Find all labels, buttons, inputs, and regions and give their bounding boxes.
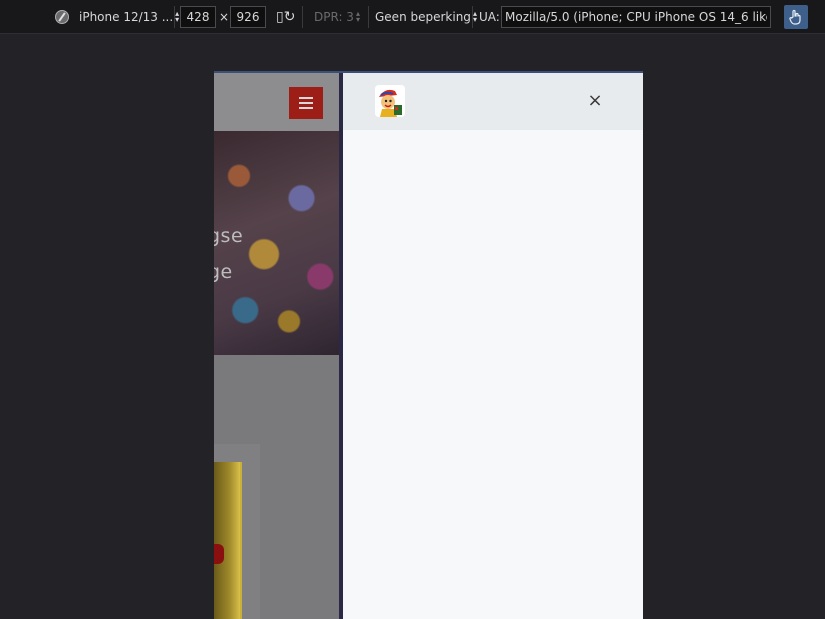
divider xyxy=(174,6,175,28)
device-name: iPhone 12/13 ... xyxy=(79,10,174,24)
device-selector[interactable]: iPhone 12/13 ... ▴ ▾ xyxy=(55,0,179,34)
offcanvas-menu: × xyxy=(343,73,643,619)
device-viewport: gse ge × xyxy=(214,71,643,619)
rotate-viewport-icon[interactable]: ▯↻ xyxy=(276,9,295,25)
dropdown-arrows-icon: ▴ ▾ xyxy=(355,9,360,24)
ua-label: UA: xyxy=(479,10,500,24)
touch-simulation-button[interactable] xyxy=(784,5,808,29)
site-logo[interactable] xyxy=(375,85,405,117)
poster-image xyxy=(214,462,242,619)
clown-logo-icon xyxy=(375,85,405,117)
hero-text-line-1: gse xyxy=(214,225,244,247)
menu-button[interactable] xyxy=(289,87,323,119)
poster-detail xyxy=(214,544,224,564)
divider xyxy=(472,6,473,28)
dropdown-arrows-icon: ▴ ▾ xyxy=(175,9,180,24)
hero-text-line-2: ge xyxy=(214,261,233,283)
dimension-separator: × xyxy=(219,10,230,24)
device-icon xyxy=(55,10,69,24)
network-throttle-selector[interactable]: Geen beperking ▴ ▾ xyxy=(375,0,477,34)
touch-icon xyxy=(789,9,801,25)
close-icon[interactable]: × xyxy=(587,90,603,112)
hero-image: gse ge xyxy=(214,131,339,355)
dpr-selector[interactable]: DPR: 3 ▴ ▾ xyxy=(314,0,360,34)
user-agent-input[interactable] xyxy=(501,6,771,28)
hamburger-line xyxy=(299,107,313,109)
offcanvas-header: × xyxy=(343,73,643,130)
site-header xyxy=(214,73,339,131)
divider xyxy=(368,6,369,28)
responsive-toolbar: iPhone 12/13 ... ▴▾ × ▯↻ DPR: 3 ▴▾ Geen … xyxy=(0,0,825,34)
hamburger-line xyxy=(299,97,313,99)
dpr-label: DPR: 3 xyxy=(314,10,354,24)
divider xyxy=(302,6,303,28)
viewport-width-input[interactable] xyxy=(180,6,216,28)
hamburger-line xyxy=(299,102,313,104)
throttle-label: Geen beperking xyxy=(375,10,471,24)
viewport-height-input[interactable] xyxy=(230,6,266,28)
dropdown-arrows-icon: ▴ ▾ xyxy=(472,9,477,24)
